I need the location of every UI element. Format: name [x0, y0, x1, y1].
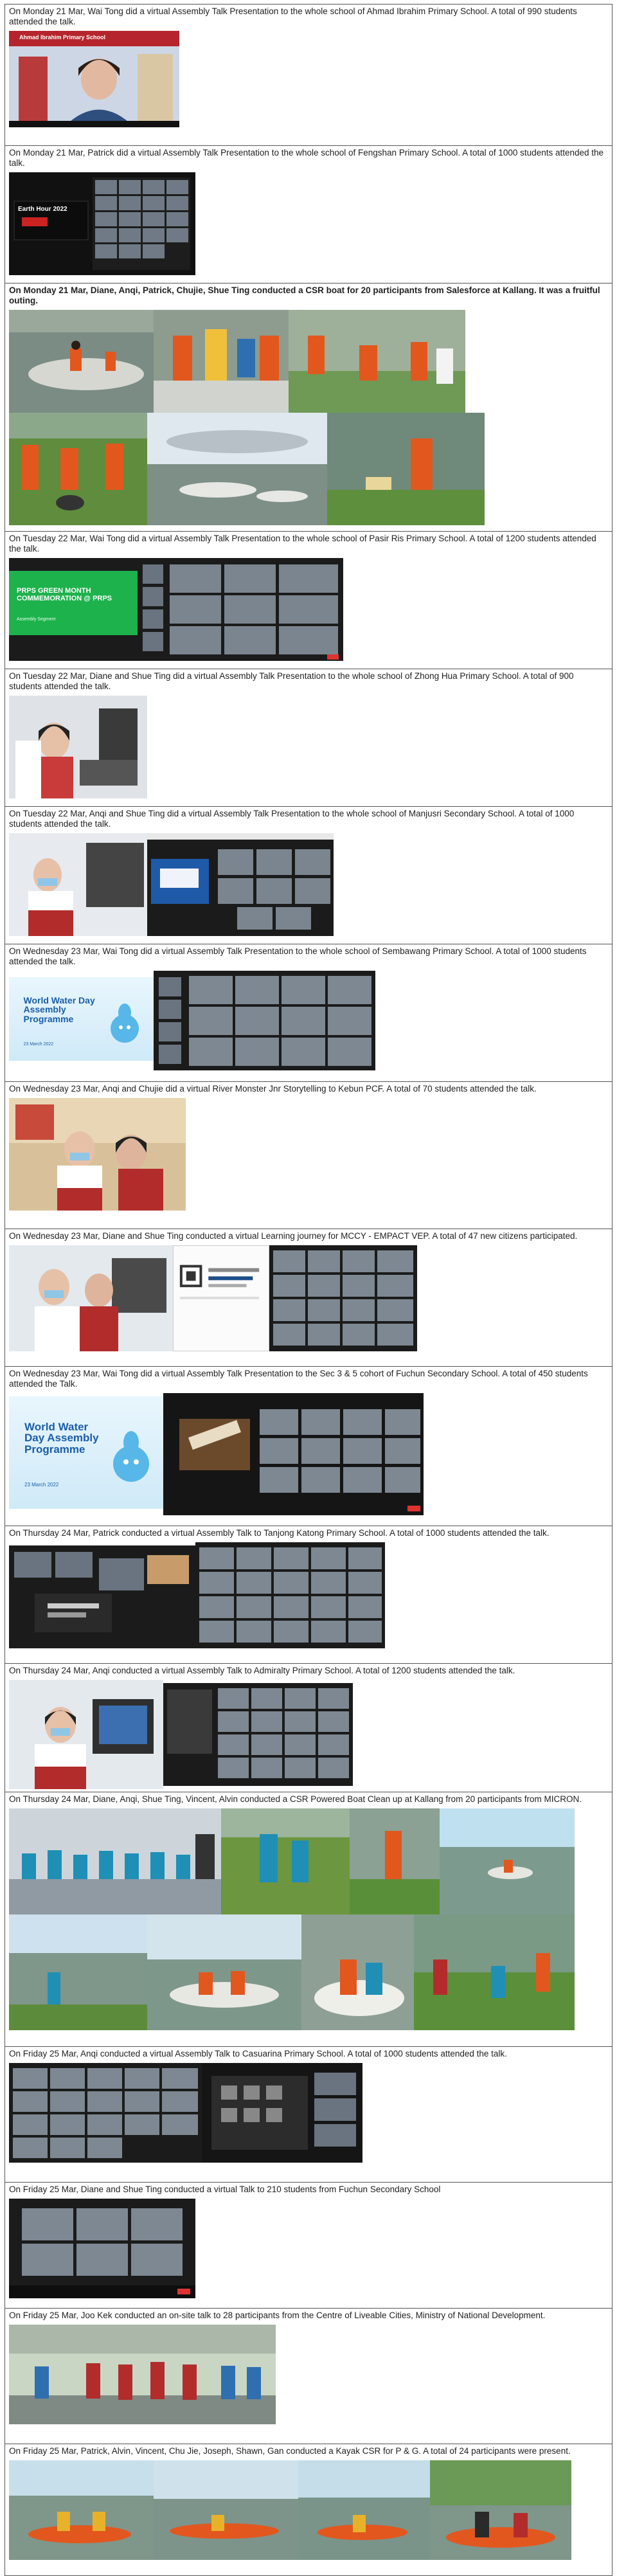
entry-5: On Tuesday 22 Mar, Diane and Shue Ting d… [5, 669, 612, 807]
photo-zoom-sembawang [154, 971, 375, 1070]
entry-9: On Wednesday 23 Mar, Diane and Shue Ting… [5, 1229, 612, 1367]
entry-caption: On Friday 25 Mar, Patrick, Alvin, Vincen… [9, 2446, 571, 2456]
entry-8: On Wednesday 23 Mar, Anqi and Chujie did… [5, 1082, 612, 1229]
entry-16: On Friday 25 Mar, Joo Kek conducted an o… [5, 2309, 612, 2444]
wwd-slide-date: 23 March 2022 [23, 1042, 54, 1047]
photo-river-net [350, 1808, 440, 1914]
photo-boat-river [9, 310, 154, 413]
entry-caption: On Wednesday 23 Mar, Diane and Shue Ting… [9, 1231, 578, 1241]
entry-caption: On Thursday 24 Mar, Anqi conducted a vir… [9, 1666, 515, 1675]
photo-boat-close [301, 1914, 414, 2030]
photo-info-slide [173, 1245, 269, 1351]
photo-cleanup-grass [9, 413, 147, 525]
photo-zoom-fuchun [163, 1393, 424, 1515]
photo-wwd-slide: World Water Day Assembly Programme 23 Ma… [9, 977, 154, 1061]
photo-zoom-gallery [195, 1542, 385, 1648]
photo-onsite-talk [9, 2325, 276, 2424]
photo-briefing-hall [9, 1808, 221, 1914]
photo-volunteers-bank [289, 310, 465, 413]
entry-caption: On Wednesday 23 Mar, Wai Tong did a virt… [9, 1369, 588, 1389]
photo-bank-volunteers [414, 1914, 575, 2030]
entry-2: On Monday 21 Mar, Patrick did a virtual … [5, 146, 612, 284]
entry-7: On Wednesday 23 Mar, Wai Tong did a virt… [5, 944, 612, 1082]
entry-caption: On Thursday 24 Mar, Patrick conducted a … [9, 1528, 550, 1538]
photo-presenters-masks [9, 833, 147, 936]
photo-wwd-slide-fuchun: World Water Day Assembly Programme 23 Ma… [9, 1396, 163, 1509]
entry-caption: On Thursday 24 Mar, Diane, Anqi, Shue Ti… [9, 1794, 582, 1804]
entry-caption: On Wednesday 23 Mar, Wai Tong did a virt… [9, 946, 587, 966]
entry-caption: On Monday 21 Mar, Diane, Anqi, Patrick, … [9, 285, 600, 305]
entry-4: On Tuesday 22 Mar, Wai Tong did a virtua… [5, 532, 612, 669]
photo-shoreline-cleanup [9, 1914, 147, 2030]
entry-caption: On Tuesday 22 Mar, Anqi and Shue Ting di… [9, 809, 575, 829]
entry-caption: On Tuesday 22 Mar, Diane and Shue Ting d… [9, 671, 574, 691]
entry-15: On Friday 25 Mar, Diane and Shue Ting co… [5, 2183, 612, 2309]
photo-zoom-tanjong-katong [9, 1545, 195, 1648]
entry-caption: On Friday 25 Mar, Diane and Shue Ting co… [9, 2184, 441, 2194]
photo-zoom-admiralty [163, 1683, 353, 1786]
entry-10: On Wednesday 23 Mar, Wai Tong did a virt… [5, 1367, 612, 1526]
photo-boat-crew [147, 1914, 301, 2030]
photo-storytelling [9, 1098, 186, 1211]
photo-zoom-empact [269, 1245, 417, 1351]
photo-kayak-1 [9, 2460, 154, 2560]
entry-caption: On Wednesday 23 Mar, Anqi and Chujie did… [9, 1084, 537, 1094]
wwd-slide-date: 23 March 2022 [24, 1482, 59, 1488]
photo-kayak-4 [430, 2460, 571, 2560]
entry-17: On Friday 25 Mar, Patrick, Alvin, Vincen… [5, 2444, 612, 2575]
photo-learning-journey-presenters [9, 1245, 173, 1351]
photo-kayak-3 [298, 2460, 430, 2560]
entry-caption: On Monday 21 Mar, Wai Tong did a virtual… [9, 6, 577, 26]
slide-banner-text: Ahmad Ibrahim Primary School [19, 34, 106, 41]
entry-11: On Thursday 24 Mar, Patrick conducted a … [5, 1526, 612, 1664]
photo-zoom-prps: PRPS GREEN MONTH COMMEMORATION @ PRPS As… [9, 558, 343, 661]
photo-zoom-manjusri [147, 833, 334, 936]
photo-zoom-casuarina [9, 2063, 202, 2163]
photo-participants-boat [154, 310, 289, 413]
photo-presenters-laptop [9, 696, 147, 798]
photo-boat-lake [440, 1808, 575, 1914]
photo-shore-cleanup [327, 413, 485, 525]
photo-zoom-fuchun-talk [9, 2199, 195, 2298]
entry-6: On Tuesday 22 Mar, Anqi and Shue Ting di… [5, 807, 612, 944]
photo-kayak-2 [154, 2460, 298, 2560]
entry-13: On Thursday 24 Mar, Diane, Anqi, Shue Ti… [5, 1792, 612, 2047]
photo-stadium-boats [147, 413, 327, 525]
entry-caption: On Friday 25 Mar, Anqi conducted a virtu… [9, 2049, 507, 2058]
earth-hour-title: Earth Hour 2022 [18, 206, 67, 213]
photo-zoom-earth-hour: Earth Hour 2022 [9, 172, 195, 275]
entry-caption: On Monday 21 Mar, Patrick did a virtual … [9, 148, 604, 168]
wwd-slide-title: World Water Day Assembly Programme [24, 1420, 99, 1456]
entry-12: On Thursday 24 Mar, Anqi conducted a vir… [5, 1664, 612, 1792]
entry-caption: On Friday 25 Mar, Joo Kek conducted an o… [9, 2310, 546, 2320]
photo-zoom-casuarina-slides [202, 2063, 362, 2163]
entry-1: On Monday 21 Mar, Wai Tong did a virtual… [5, 5, 612, 146]
entry-3: On Monday 21 Mar, Diane, Anqi, Patrick, … [5, 284, 612, 532]
photo-presenter-webcam: Ahmad Ibrahim Primary School [9, 31, 179, 127]
photo-grass-cleanup [221, 1808, 350, 1914]
wwd-slide-title: World Water Day Assembly Programme [23, 995, 95, 1024]
photo-admiralty-presenter [9, 1680, 163, 1789]
entry-14: On Friday 25 Mar, Anqi conducted a virtu… [5, 2047, 612, 2183]
entry-caption: On Tuesday 22 Mar, Wai Tong did a virtua… [9, 534, 596, 554]
activity-report-table: On Monday 21 Mar, Wai Tong did a virtual… [4, 4, 613, 2576]
